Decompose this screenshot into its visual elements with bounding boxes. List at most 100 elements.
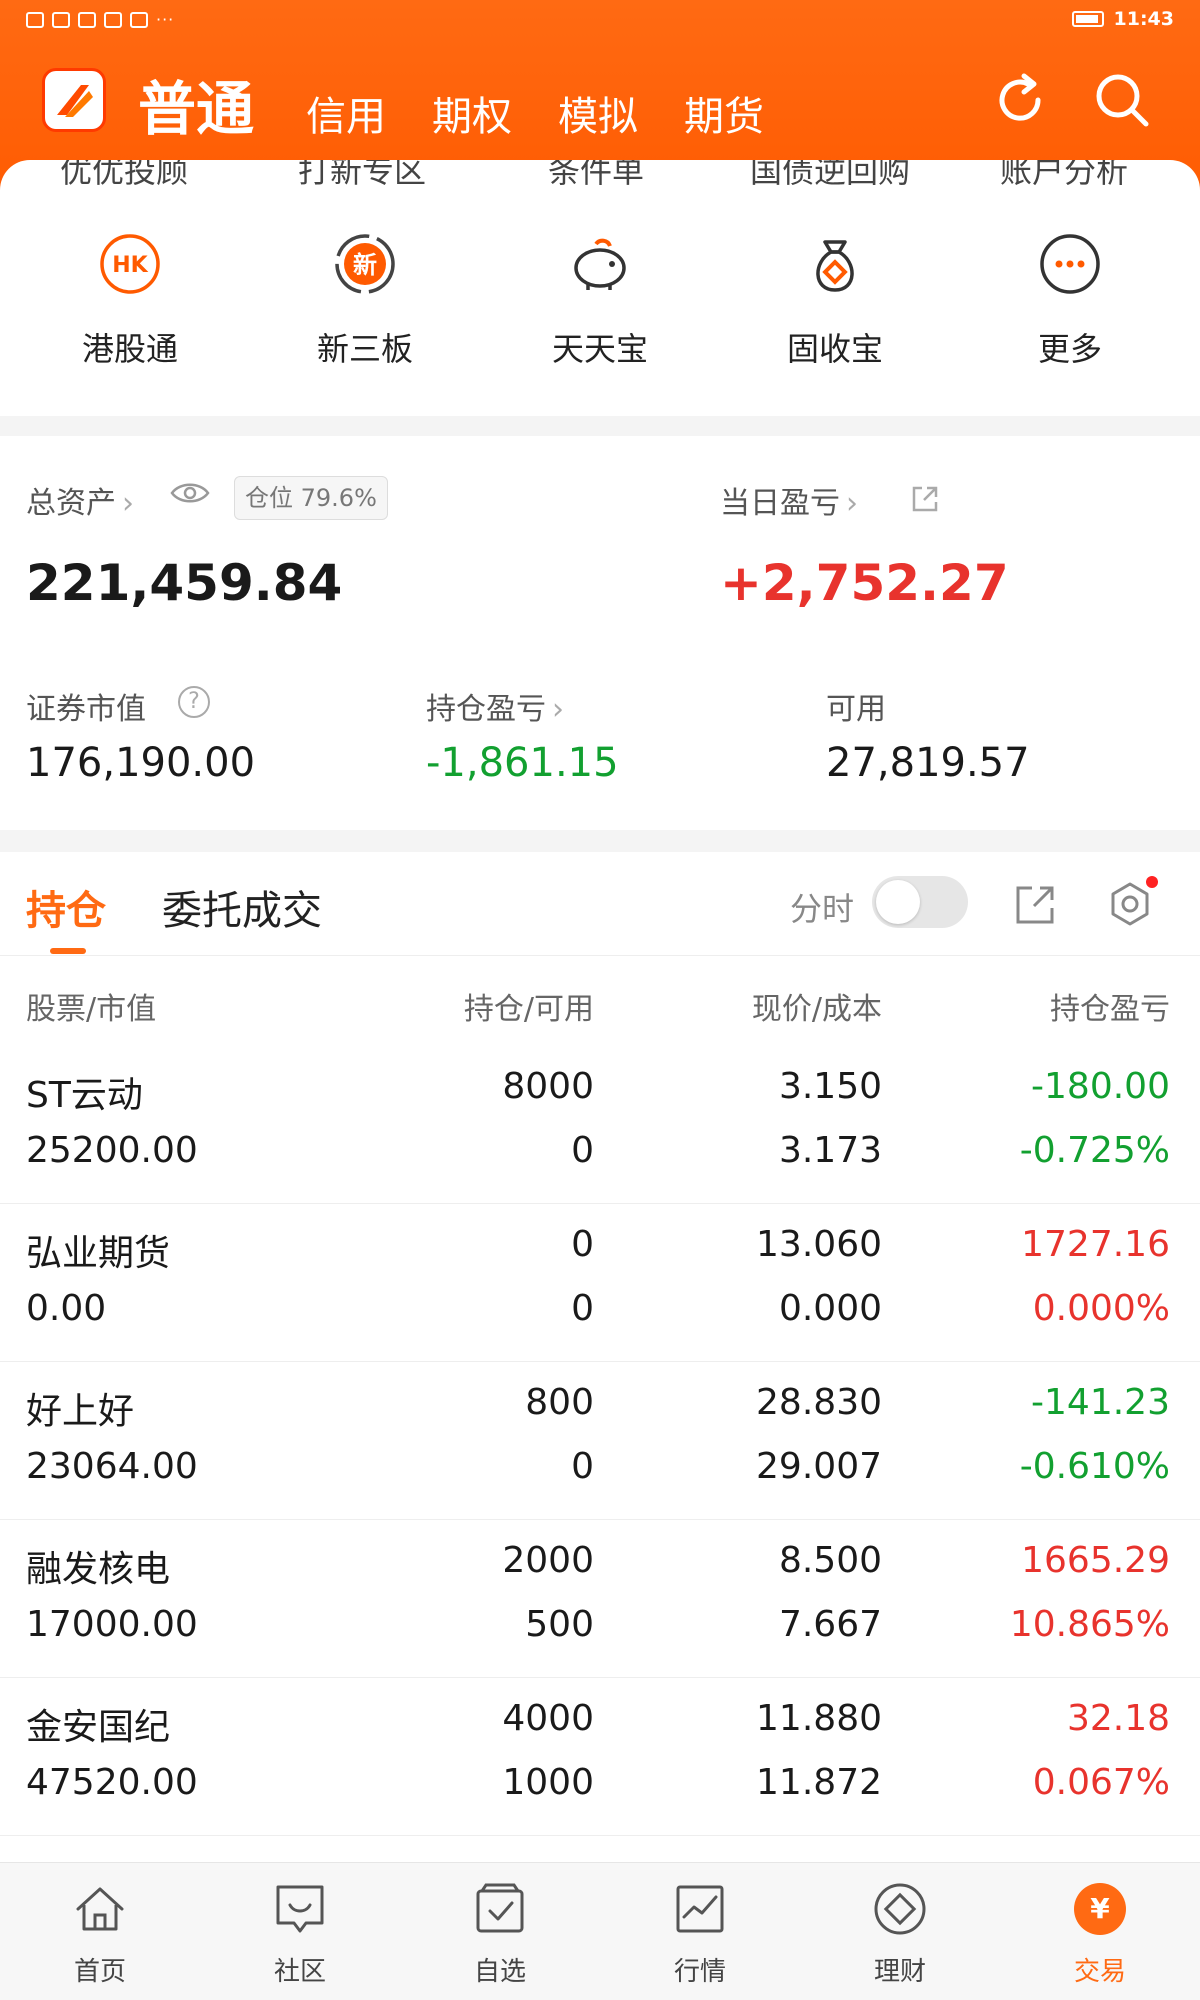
svg-text:HK: HK [112,253,148,278]
notification-icon [78,11,96,28]
total-assets-label[interactable]: 总资产 › [26,478,134,522]
bottom-nav-label: 社区 [273,1957,326,1987]
stock-available: 0 [571,1446,594,1487]
intraday-toggle[interactable] [872,876,968,928]
market-value: 176,190.00 [26,740,256,786]
nav-tab-credit[interactable]: 信用 [306,84,386,142]
quick-action-label: 新三板 [316,330,413,368]
nav-tab-futures[interactable]: 期货 [684,84,764,142]
quick-action-new-board[interactable]: 新 新三板 [265,232,465,370]
peek-item[interactable]: 条件单 [548,160,644,194]
stock-pnl-percent: -0.610% [1019,1446,1170,1487]
bottom-nav-home[interactable]: 首页 [20,1881,180,1988]
bottom-nav-watchlist[interactable]: 自选 [420,1881,580,1988]
holdings-panel: 持仓 委托成交 分时 股票/市值 持仓/可用 现价/成本 持仓盈亏 ST云动 2… [0,852,1200,1862]
stock-cost: 29.007 [756,1446,882,1487]
holding-row[interactable]: ST云动 25200.00 8000 0 3.150 3.173 -180.00… [0,1046,1200,1204]
stock-pnl-percent: -0.725% [1019,1130,1170,1171]
search-icon[interactable] [1090,68,1154,132]
stock-position: 800 [525,1382,594,1423]
stock-pnl-percent: 0.067% [1032,1762,1170,1803]
quick-action-fixed-income[interactable]: 固收宝 [735,232,935,370]
watchlist-icon [476,1883,524,1933]
stock-position: 8000 [502,1066,594,1107]
wealth-icon [874,1883,926,1935]
quick-action-more[interactable]: 更多 [970,232,1170,370]
refresh-icon[interactable] [988,68,1052,132]
daily-pnl-label[interactable]: 当日盈亏 › [720,478,858,522]
stock-market-value: 0.00 [26,1288,107,1329]
daily-pnl-value: +2,752.27 [720,554,1009,612]
available-label: 可用 [826,692,886,727]
quick-action-daily-treasure[interactable]: 天天宝 [500,232,700,370]
piggy-bank-icon [574,238,626,290]
holding-row[interactable]: 好上好 23064.00 800 0 28.830 29.007 -141.23… [0,1362,1200,1520]
logo-icon [57,85,93,117]
wifi-icon [26,11,44,28]
market-chart-icon [676,1885,724,1933]
stock-market-value: 25200.00 [26,1130,198,1171]
chevron-right-icon: › [552,692,564,727]
column-header-pnl: 持仓盈亏 [1050,992,1170,1027]
stock-pnl-percent: 0.000% [1032,1288,1170,1329]
new-board-icon: 新 [335,234,395,294]
stock-cost: 7.667 [778,1604,882,1645]
stock-price: 11.880 [756,1698,882,1739]
stock-market-value: 17000.00 [26,1604,198,1645]
share-icon[interactable] [910,484,940,514]
peek-item[interactable]: 国债逆回购 [750,160,910,194]
stock-cost: 0.000 [778,1288,882,1329]
nav-tab-normal[interactable]: 普通 [138,62,254,146]
peek-item[interactable]: 打新专区 [298,160,426,194]
quick-action-label: 更多 [1037,330,1102,368]
trade-icon: ¥ [1074,1883,1126,1935]
tab-holdings[interactable]: 持仓 [26,878,106,936]
status-indicators: ··· [26,10,174,29]
stock-pnl: 1665.29 [1021,1540,1170,1581]
holdings-table-header: 股票/市值 持仓/可用 现价/成本 持仓盈亏 [0,956,1200,1046]
top-nav: 普通 信用 期权 模拟 期货 [0,50,1200,160]
bottom-nav-label: 自选 [473,1957,526,1987]
bottom-nav-wealth[interactable]: 理财 [820,1881,980,1988]
share-icon[interactable] [1012,880,1060,928]
stock-name: 弘业期货 [26,1233,171,1274]
eye-icon[interactable] [170,480,210,506]
nav-tab-simulation[interactable]: 模拟 [558,84,638,142]
bottom-nav-market[interactable]: 行情 [620,1881,780,1988]
chevron-right-icon: › [846,486,858,521]
holding-row[interactable]: 弘业期货 0.00 0 0 13.060 0.000 1727.16 0.000… [0,1204,1200,1362]
stock-cost: 3.173 [778,1130,882,1171]
holding-row[interactable]: 融发核电 17000.00 2000 500 8.500 7.667 1665.… [0,1520,1200,1678]
stock-available: 0 [571,1130,594,1171]
stock-available: 500 [525,1604,594,1645]
help-icon[interactable]: ? [178,686,210,718]
app-logo [42,68,106,132]
stock-name: 好上好 [26,1391,135,1432]
community-icon [276,1885,324,1933]
assets-summary: 总资产 › 仓位 79.6% 当日盈亏 › 221,459.84 +2,752.27… [0,436,1200,830]
chevron-right-icon: › [122,486,134,521]
stock-position: 4000 [502,1698,594,1739]
tab-orders[interactable]: 委托成交 [162,878,322,936]
bottom-nav-trade[interactable]: ¥ 交易 [1020,1881,1180,1988]
holding-pnl-label[interactable]: 持仓盈亏 › [426,684,564,728]
stock-name: 金安国纪 [26,1707,171,1748]
stock-pnl: -141.23 [1031,1382,1170,1423]
nav-tab-options[interactable]: 期权 [432,84,512,142]
bottom-nav-label: 首页 [73,1957,126,1987]
peek-item[interactable]: 账户分析 [1000,160,1128,194]
stock-position: 0 [571,1224,594,1265]
stock-name: 融发核电 [26,1549,171,1590]
quick-action-hk[interactable]: HK 港股通 [30,232,230,370]
stock-pnl: 1727.16 [1021,1224,1170,1265]
quick-action-label: 天天宝 [551,330,648,368]
bottom-nav-community[interactable]: 社区 [220,1881,380,1988]
holding-row[interactable]: 金安国纪 47520.00 4000 1000 11.880 11.872 32… [0,1678,1200,1836]
settings-icon[interactable] [1106,880,1154,928]
column-header-stock: 股票/市值 [26,992,157,1027]
notification-icon [104,11,122,28]
holdings-tabs: 持仓 委托成交 分时 [0,852,1200,956]
stock-cost: 11.872 [756,1762,882,1803]
clock: 11:43 [1113,8,1174,30]
peek-item[interactable]: 优优投顾 [60,160,188,194]
